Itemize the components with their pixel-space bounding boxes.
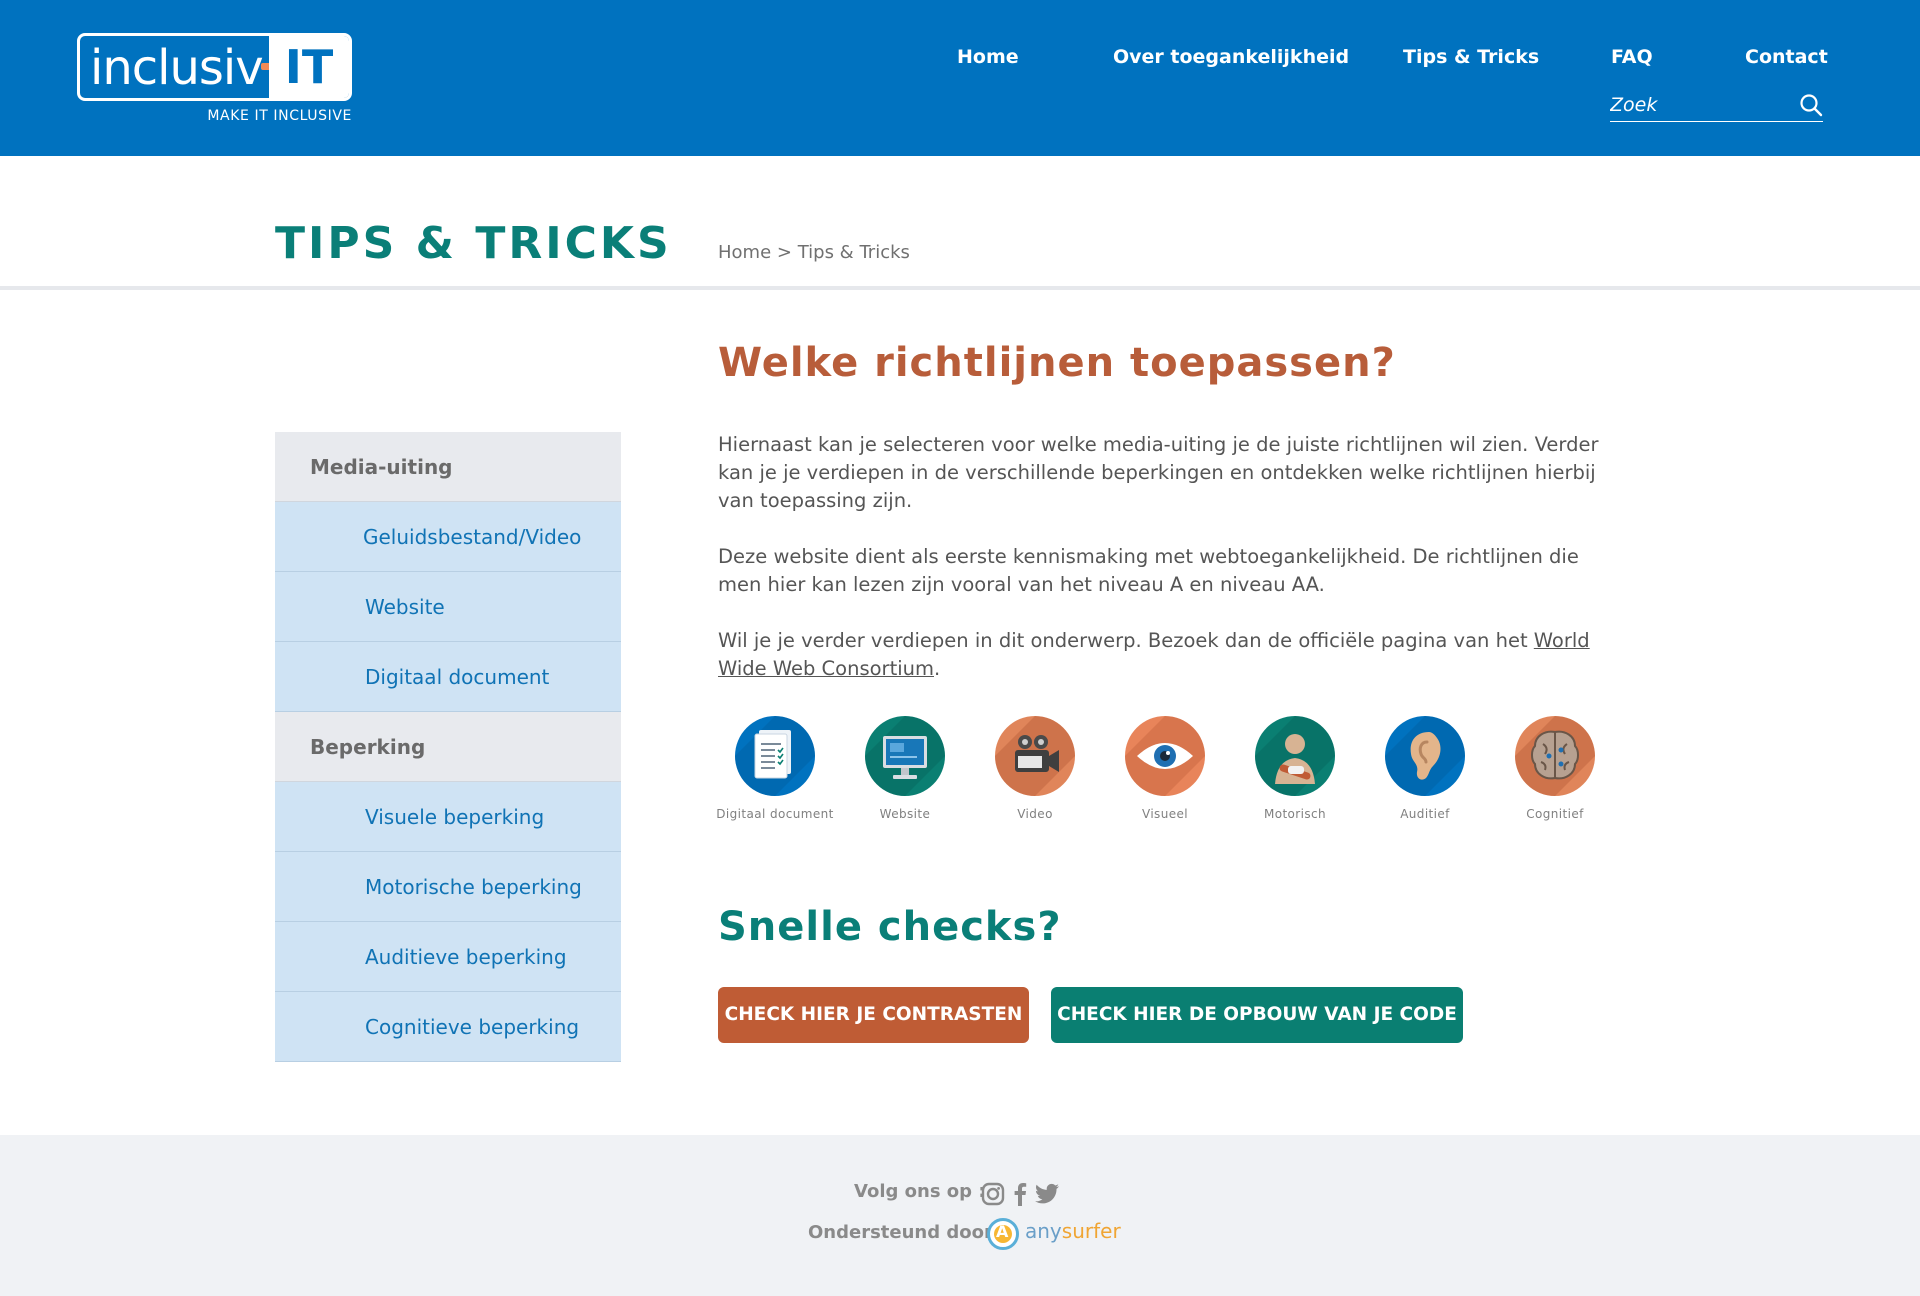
info-paragraph: Deze website dient als eerste kennismaki… — [718, 545, 1579, 596]
video-camera-icon — [995, 716, 1075, 796]
w3c-text-before: Wil je je verder verdiepen in dit onderw… — [718, 629, 1534, 652]
eye-icon — [1125, 716, 1205, 796]
instagram-icon[interactable] — [980, 1181, 1006, 1207]
sidebar-item-visuele-beperking[interactable]: Visuele beperking — [275, 782, 621, 852]
icon-label-video: Video — [1017, 807, 1053, 821]
icon-label-digitaal-document: Digitaal document — [716, 807, 834, 821]
page-title: TIPS & TRICKS — [275, 218, 672, 269]
search-input[interactable] — [1610, 90, 1790, 120]
sidebar-item-cognitieve-beperking[interactable]: Cognitieve beperking — [275, 992, 621, 1062]
category-website[interactable]: Website — [840, 716, 970, 821]
nav-tips-tricks[interactable]: Tips & Tricks — [1403, 46, 1539, 68]
breadcrumb-home[interactable]: Home — [718, 242, 771, 263]
document-icon — [735, 716, 815, 796]
person-arm-sling-icon — [1255, 716, 1335, 796]
breadcrumb-current: Tips & Tricks — [797, 242, 910, 263]
anysurfer-wordmark: anysurfer — [1025, 1219, 1121, 1243]
sidebar-item-website[interactable]: Website — [275, 572, 621, 642]
w3c-paragraph: Wil je je verder verdiepen in dit onderw… — [718, 627, 1628, 683]
monitor-icon — [865, 716, 945, 796]
w3c-text-after: . — [934, 657, 941, 680]
quick-checks-heading: Snelle checks? — [718, 904, 1062, 950]
logo-tagline: MAKE IT INCLUSIVE — [207, 108, 352, 124]
follow-row: Volg ons op : — [0, 1181, 1920, 1211]
category-icons: Digitaal document Website Video Visueel … — [716, 716, 1620, 826]
main-nav: Home Over toegankelijkheid Tips & Tricks… — [0, 46, 1920, 76]
search-box — [1610, 90, 1823, 122]
anysurfer-badge-letter: A — [996, 1222, 1009, 1241]
icon-label-visueel: Visueel — [1141, 807, 1189, 821]
sidebar-item-auditieve-beperking[interactable]: Auditieve beperking — [275, 922, 621, 992]
anysurfer-any: any — [1025, 1219, 1062, 1243]
breadcrumb-separator: > — [776, 242, 792, 263]
check-code-button[interactable]: CHECK HIER DE OPBOUW VAN JE CODE — [1051, 987, 1463, 1043]
category-cognitief[interactable]: Cognitief — [1490, 716, 1620, 821]
site-header: inclusiv IT MAKE IT INCLUSIVE Home Over … — [0, 0, 1920, 156]
ear-icon — [1385, 716, 1465, 796]
search-icon[interactable] — [1799, 93, 1823, 117]
twitter-icon[interactable] — [1034, 1181, 1060, 1207]
breadcrumb: Home > Tips & Tricks — [718, 242, 910, 263]
anysurfer-surfer: surfer — [1061, 1219, 1121, 1243]
icon-label-website: Website — [879, 807, 931, 821]
facebook-icon[interactable] — [1007, 1181, 1033, 1207]
check-contrast-button[interactable]: CHECK HIER JE CONTRASTEN — [718, 987, 1029, 1043]
icon-label-cognitief: Cognitief — [1526, 807, 1584, 821]
sidebar-group-beperking: Beperking — [275, 712, 621, 782]
icon-label-motorisch: Motorisch — [1263, 807, 1327, 821]
category-visueel[interactable]: Visueel — [1100, 716, 1230, 821]
category-motorisch[interactable]: Motorisch — [1230, 716, 1360, 821]
nav-contact[interactable]: Contact — [1745, 46, 1828, 68]
follow-label: Volg ons op : — [854, 1181, 986, 1202]
category-video[interactable]: Video — [970, 716, 1100, 821]
sidebar-item-geluidsbestand-video[interactable]: Geluidsbestand/Video — [275, 502, 621, 572]
site-footer: Volg ons op : Ondersteund door A anysurf… — [0, 1135, 1920, 1296]
nav-faq[interactable]: FAQ — [1611, 46, 1653, 68]
sidebar-item-digitaal-document[interactable]: Digitaal document — [275, 642, 621, 712]
sidebar: Media-uiting Geluidsbestand/Video Websit… — [275, 432, 621, 1062]
category-auditief[interactable]: Auditief — [1360, 716, 1490, 821]
nav-home[interactable]: Home — [957, 46, 1019, 68]
nav-over-toegankelijkheid[interactable]: Over toegankelijkheid — [1113, 46, 1349, 68]
intro-paragraph: Hiernaast kan je selecteren voor welke m… — [718, 433, 1599, 512]
content-heading: Welke richtlijnen toepassen? — [718, 340, 1396, 386]
category-digitaal-document[interactable]: Digitaal document — [710, 716, 840, 821]
title-divider — [0, 286, 1920, 290]
support-label: Ondersteund door — [808, 1222, 993, 1243]
brain-icon — [1515, 716, 1595, 796]
sidebar-group-media-uiting: Media-uiting — [275, 432, 621, 502]
icon-label-auditief: Auditief — [1400, 807, 1450, 821]
sidebar-item-motorische-beperking[interactable]: Motorische beperking — [275, 852, 621, 922]
